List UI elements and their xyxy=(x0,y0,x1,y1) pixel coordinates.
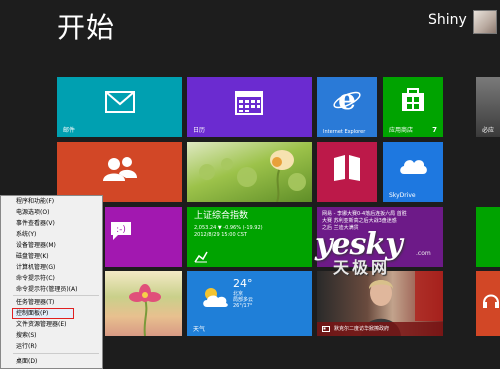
tile-ie-label: Internet Explorer xyxy=(323,129,366,135)
svg-text:e: e xyxy=(338,85,356,113)
cloud-icon xyxy=(400,160,427,174)
tile-weather[interactable]: 24° 北京 局部多云 26°/17° 天气 xyxy=(187,271,312,336)
menu-item-search[interactable]: 搜索(S) xyxy=(16,331,37,340)
tile-skydrive-label: SkyDrive xyxy=(389,192,416,199)
tile-skydrive[interactable]: SkyDrive xyxy=(383,142,443,202)
headphones-icon xyxy=(483,294,499,308)
avatar xyxy=(472,10,497,34)
people-icon xyxy=(103,157,137,181)
tile-calendar-label: 日历 xyxy=(193,127,206,134)
watermark-subtitle: 天极网 xyxy=(333,258,391,277)
start-title: 开始 xyxy=(57,11,116,44)
menu-item-device-manager[interactable]: 设备管理器(M) xyxy=(16,241,56,250)
store-update-badge: 7 xyxy=(432,126,437,134)
watermark-url: .com xyxy=(416,250,431,257)
reader-book-icon xyxy=(334,155,360,181)
tile-news-photo[interactable]: 默克尔二度访华掀擦政府 xyxy=(317,271,443,336)
menu-item-task-manager[interactable]: 任务管理器(T) xyxy=(16,298,54,307)
photo-flower-image xyxy=(199,150,306,202)
news-headline: 网易 - 李娜大赛0-4落后连扳六局 首胜 xyxy=(322,211,407,217)
tile-weather-label: 天气 xyxy=(193,326,206,333)
tile-store-label: 应用商店 xyxy=(389,127,414,134)
weather-range: 26°/17° xyxy=(233,303,253,309)
menu-separator xyxy=(13,353,99,354)
tile-desktop[interactable] xyxy=(105,271,182,336)
tile-calendar[interactable]: 日历 xyxy=(187,77,312,137)
tile-bing-partial[interactable]: 必应 xyxy=(476,77,500,137)
finance-index-value: 2,053.24 ▼ -0.96% (-19.92) xyxy=(194,225,263,231)
menu-item-control-panel[interactable]: 控制面板(P) xyxy=(16,309,48,318)
partly-cloudy-icon xyxy=(203,288,228,307)
menu-item-disk-management[interactable]: 磁盘管理(K) xyxy=(16,252,49,261)
menu-item-event-viewer[interactable]: 事件查看器(V) xyxy=(16,219,55,228)
tile-edge1-label: 必应 xyxy=(482,127,495,134)
menu-item-programs-features[interactable]: 程序和功能(F) xyxy=(16,197,54,206)
calendar-icon xyxy=(235,91,263,115)
mail-icon xyxy=(105,91,135,113)
menu-item-system[interactable]: 系统(Y) xyxy=(16,230,36,239)
menu-item-power-options[interactable]: 电源选项(O) xyxy=(16,208,49,217)
news-caption: 默克尔二度访华掀擦政府 xyxy=(334,326,390,332)
power-user-menu: 程序和功能(F) 电源选项(O) 事件查看器(V) 系统(Y) 设备管理器(M)… xyxy=(0,195,103,369)
menu-item-run[interactable]: 运行(R) xyxy=(16,342,37,351)
menu-item-command-prompt-admin[interactable]: 命令提示符(管理员)(A) xyxy=(16,285,77,294)
tile-partial-green[interactable] xyxy=(476,207,500,267)
tile-store[interactable]: 应用商店 7 xyxy=(383,77,443,137)
news-icon xyxy=(322,326,330,332)
user-name: Shiny xyxy=(428,12,467,28)
finance-index-time: 2012/8/29 15:00 CST xyxy=(194,232,247,238)
tile-music-partial[interactable] xyxy=(476,271,500,336)
menu-item-file-explorer[interactable]: 文件资源管理器(E) xyxy=(16,320,66,329)
desktop-flower-image xyxy=(129,284,161,336)
chart-icon xyxy=(194,251,208,263)
news-caption-bar: 默克尔二度访华掀擦政府 xyxy=(317,322,443,336)
tile-mail[interactable]: 邮件 xyxy=(57,77,182,137)
tile-people[interactable] xyxy=(57,142,182,202)
weather-temperature: 24° xyxy=(233,277,253,290)
menu-item-desktop[interactable]: 桌面(D) xyxy=(16,357,37,366)
tile-finance[interactable]: 上证综合指数 2,053.24 ▼ -0.96% (-19.92) 2012/8… xyxy=(187,207,312,267)
tile-messaging[interactable]: :-) xyxy=(105,207,182,267)
menu-item-command-prompt[interactable]: 命令提示符(C) xyxy=(16,274,55,283)
user-account[interactable]: Shiny xyxy=(428,10,497,34)
svg-text::-): :-) xyxy=(116,225,126,235)
tile-internet-explorer[interactable]: e Internet Explorer xyxy=(317,77,377,137)
finance-index-name: 上证综合指数 xyxy=(194,211,249,221)
tile-photos[interactable] xyxy=(187,142,312,202)
internet-explorer-icon: e xyxy=(333,85,361,113)
menu-separator xyxy=(13,295,99,296)
store-bag-icon xyxy=(402,88,424,111)
menu-item-computer-management[interactable]: 计算机管理(G) xyxy=(16,263,55,272)
messaging-icon: :-) xyxy=(111,222,131,240)
news-line-2: 大赛 苏利亚新高之后大战3盘迷惑 xyxy=(322,218,397,224)
tile-mail-label: 邮件 xyxy=(63,127,76,134)
tile-reader[interactable] xyxy=(317,142,377,202)
